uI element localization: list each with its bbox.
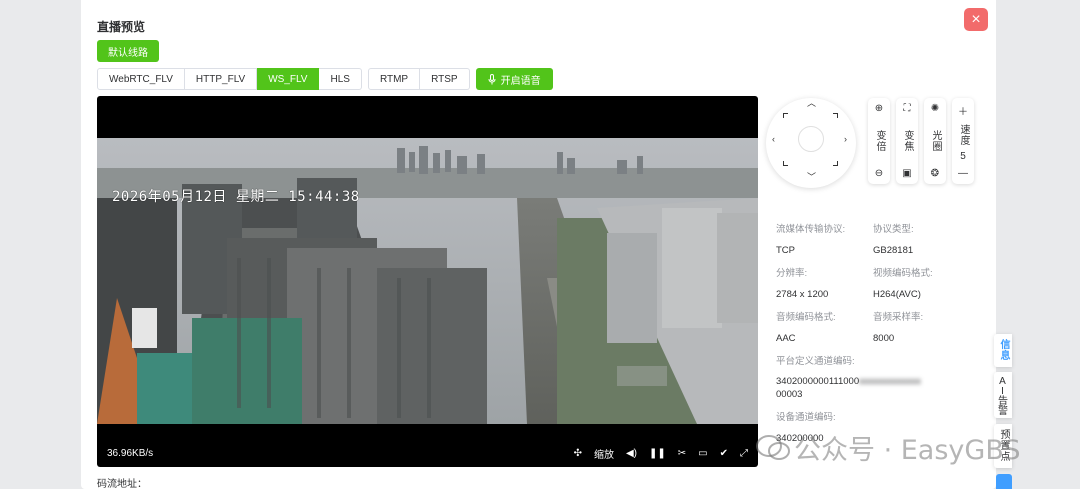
side-tab-more[interactable] [996, 474, 1012, 489]
voice-label: 开启语音 [500, 75, 541, 87]
player-control-bar: 36.96KB/s ✣ 缩放 ◀) ❚❚ ✂ ▭ ✔ ⤢ [97, 439, 758, 467]
side-tab-ai-alarm[interactable]: AI告警 [994, 372, 1012, 418]
pause-icon[interactable]: ❚❚ [649, 448, 666, 459]
video-codec-label: 视频编码格式: [873, 268, 933, 279]
focus-label: 变焦 [902, 130, 913, 152]
bitrate-readout: 36.96KB/s [107, 447, 154, 459]
protocol-tabs: WebRTC_FLV HTTP_FLV WS_FLV HLS RTMP RTSP… [97, 68, 553, 90]
zoom-button[interactable]: 缩放 [594, 446, 614, 461]
focus-near-icon[interactable]: ⛶ [904, 103, 911, 114]
zoom-label: 变倍 [874, 130, 885, 152]
ptz-iris-control: ✺ 光圈 ❂ [924, 98, 946, 184]
microphone-icon [488, 73, 496, 84]
protocol-label: 协议类型: [873, 224, 914, 235]
audio-codec-value: AAC [776, 332, 796, 344]
live-preview-dialog: 直播预览 × 默认线路 WebRTC_FLV HTTP_FLV WS_FLV H… [81, 0, 996, 489]
close-icon: × [971, 10, 981, 28]
iris-open-icon[interactable]: ✺ [931, 103, 939, 114]
fullscreen-icon[interactable]: ⤢ [740, 448, 748, 459]
zoom-out-icon[interactable]: ⊖ [875, 168, 883, 179]
ptz-down-icon[interactable]: ﹀ [807, 170, 816, 183]
sample-rate-value: 8000 [873, 332, 895, 344]
video-codec-value: H264(AVC) [873, 288, 921, 300]
ptz-toggle-icon[interactable]: ✣ [574, 448, 582, 459]
ptz-up-left-icon[interactable] [783, 113, 788, 118]
enable-voice-button[interactable]: 开启语音 [475, 68, 553, 90]
iris-close-icon[interactable]: ❂ [931, 168, 939, 179]
resolution-value: 2784 x 1200 [776, 288, 829, 300]
talk-icon[interactable]: ✔ [720, 448, 728, 459]
audio-codec-label: 音频编码格式: [776, 312, 836, 323]
default-route-button[interactable]: 默认线路 [97, 40, 159, 62]
stream-url-label: 码流地址： [97, 479, 147, 489]
focus-far-icon[interactable]: ▣ [902, 168, 911, 179]
ptz-right-icon[interactable]: › [844, 134, 847, 144]
platform-channel-value: 3402000000111000xxxxxxxxxxxxx 00003 [776, 371, 976, 405]
close-button[interactable]: × [964, 8, 988, 31]
ptz-speed-control: ＋ 速度 5 — [952, 98, 974, 184]
platform-channel-label: 平台定义通道编码: [776, 356, 855, 367]
tab-http-flv[interactable]: HTTP_FLV [184, 68, 258, 90]
wechat-icon [756, 434, 790, 460]
tab-rtmp[interactable]: RTMP [367, 68, 421, 90]
iris-label: 光圈 [930, 130, 941, 152]
tab-ws-flv[interactable]: WS_FLV [257, 68, 320, 90]
ptz-center-button[interactable] [798, 126, 824, 152]
volume-icon[interactable]: ◀) [626, 448, 637, 459]
dialog-title: 直播预览 [97, 20, 146, 34]
stream-info-panel: 流媒体传输协议: 协议类型: TCP GB28181 分辨率: 视频编码格式: … [776, 217, 976, 449]
tab-webrtc-flv[interactable]: WebRTC_FLV [97, 68, 185, 90]
tab-hls[interactable]: HLS [319, 68, 362, 90]
cut-icon[interactable]: ✂ [678, 448, 686, 459]
city-scene-image [97, 138, 758, 424]
platform-channel-value-a: 3402000000111000 [776, 376, 860, 387]
speed-label: 速度 [958, 123, 969, 146]
speed-minus-icon[interactable]: — [958, 168, 968, 179]
transport-value: TCP [776, 244, 795, 256]
ptz-left-icon[interactable]: ‹ [772, 134, 775, 144]
record-icon[interactable]: ▭ [698, 448, 707, 459]
sample-rate-label: 音频采样率: [873, 312, 924, 323]
ptz-down-left-icon[interactable] [783, 161, 788, 166]
video-frame: 2026年05月12日 星期二 15:44:38 [97, 138, 758, 424]
tab-rtsp[interactable]: RTSP [420, 68, 470, 90]
ptz-up-right-icon[interactable] [833, 113, 838, 118]
ptz-down-right-icon[interactable] [833, 161, 838, 166]
speed-plus-icon[interactable]: ＋ [958, 103, 968, 118]
platform-channel-value-b: 00003 [776, 389, 803, 400]
device-channel-label: 设备通道编码: [776, 412, 836, 423]
redacted-text: xxxxxxxxxxxxx [859, 376, 921, 387]
ptz-zoom-control: ⊕ 变倍 ⊖ [868, 98, 890, 184]
protocol-value: GB28181 [873, 244, 914, 256]
resolution-label: 分辨率: [776, 268, 808, 279]
ptz-focus-control: ⛶ 变焦 ▣ [896, 98, 918, 184]
zoom-in-icon[interactable]: ⊕ [875, 103, 883, 114]
video-osd-timestamp: 2026年05月12日 星期二 15:44:38 [112, 189, 360, 205]
transport-label: 流媒体传输协议: [776, 224, 846, 235]
side-tab-info[interactable]: 信息 [994, 334, 1012, 367]
ptz-direction-pad[interactable]: ︿ ﹀ ‹ › [766, 98, 856, 188]
ptz-up-icon[interactable]: ︿ [807, 96, 816, 109]
watermark: 公众号 · EasyGBS [756, 428, 1021, 467]
video-player[interactable]: 2026年05月12日 星期二 15:44:38 36.96KB/s ✣ 缩放 … [97, 96, 758, 467]
speed-value: 5 [960, 151, 966, 163]
